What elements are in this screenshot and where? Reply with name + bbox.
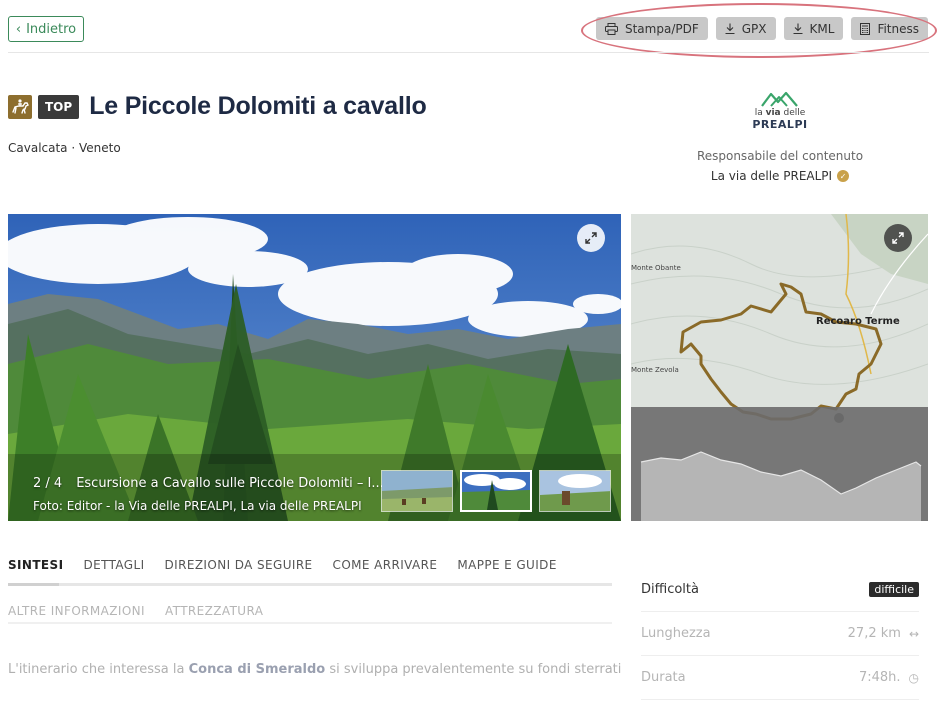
difficulty-label: Difficoltà bbox=[641, 582, 699, 597]
photo-title: Escursione a Cavallo sulle Piccole Dolom… bbox=[76, 476, 384, 491]
download-icon bbox=[725, 23, 735, 34]
thumbnail-1[interactable] bbox=[381, 470, 453, 512]
toolbar: Stampa/PDF GPX KML Fitness bbox=[595, 17, 928, 40]
stat-difficulty: Difficoltà difficile bbox=[641, 568, 919, 612]
gpx-download-button[interactable]: GPX bbox=[715, 17, 776, 40]
breadcrumb-subtitle: Cavalcata · Veneto bbox=[8, 141, 121, 155]
print-pdf-button[interactable]: Stampa/PDF bbox=[595, 17, 708, 40]
publisher-logo[interactable]: la via delle PREALPI bbox=[680, 90, 880, 131]
tab-dettagli[interactable]: DETTAGLI bbox=[83, 558, 144, 583]
difficulty-badge: difficile bbox=[869, 582, 919, 597]
back-button[interactable]: ‹ Indietro bbox=[8, 16, 84, 42]
tab-mappe-guide[interactable]: MAPPE E GUIDE bbox=[457, 558, 556, 583]
back-label: Indietro bbox=[26, 21, 77, 37]
verified-icon: ✓ bbox=[837, 170, 850, 183]
responsible-label: Responsabile del contenuto bbox=[696, 149, 864, 164]
download-icon bbox=[793, 23, 803, 34]
divider bbox=[8, 52, 929, 53]
tab-underline bbox=[8, 583, 612, 586]
length-label: Lunghezza bbox=[641, 626, 711, 641]
length-value: 27,2 km bbox=[847, 626, 901, 641]
tab-sintesi[interactable]: SINTESI bbox=[8, 558, 63, 583]
duration-label: Durata bbox=[641, 670, 686, 685]
fitness-label: Fitness bbox=[877, 21, 919, 36]
responsible-name-link[interactable]: La via delle PREALPI ✓ bbox=[680, 169, 880, 183]
stats-panel: Difficoltà difficile Lunghezza 27,2 km ↔… bbox=[641, 568, 919, 700]
map-label: Monte Zevola bbox=[631, 366, 679, 374]
tab-row-2: ALTRE INFORMAZIONI ATTREZZATURA bbox=[8, 604, 612, 629]
clock-icon: ◷ bbox=[908, 670, 919, 685]
expand-icon bbox=[585, 232, 597, 244]
map-label: Monte Obante bbox=[631, 264, 681, 272]
photo-caption: 2 / 4 Escursione a Cavallo sulle Piccole… bbox=[33, 476, 384, 513]
logo-text-line1: la via delle bbox=[754, 108, 806, 118]
expand-photo-button[interactable] bbox=[577, 224, 605, 252]
kml-label: KML bbox=[809, 21, 835, 36]
title-row: TOP Le Piccole Dolomiti a cavallo bbox=[8, 92, 427, 121]
top-badge: TOP bbox=[38, 94, 80, 119]
map-canvas: Monte Obante Recoaro Terme Monte Zevola bbox=[631, 214, 928, 521]
map-label: Recoaro Terme bbox=[816, 316, 900, 327]
tab-come-arrivare[interactable]: COME ARRIVARE bbox=[333, 558, 438, 583]
horse-riding-icon bbox=[8, 94, 32, 119]
print-pdf-label: Stampa/PDF bbox=[624, 21, 699, 36]
photo-gallery[interactable]: 2 / 4 Escursione a Cavallo sulle Piccole… bbox=[8, 214, 621, 521]
photo-credit: Foto: Editor - la Via delle PREALPI, La … bbox=[33, 499, 362, 513]
expand-icon bbox=[892, 232, 904, 244]
thumbnail-3[interactable] bbox=[539, 470, 611, 512]
expand-map-button[interactable] bbox=[884, 224, 912, 252]
tab-attrezzatura[interactable]: ATTREZZATURA bbox=[165, 604, 263, 629]
intro-text: L'itinerario che interessa la Conca di S… bbox=[8, 662, 622, 677]
tab-altre-informazioni[interactable]: ALTRE INFORMAZIONI bbox=[8, 604, 145, 629]
kml-download-button[interactable]: KML bbox=[783, 17, 844, 40]
intro-highlight: Conca di Smeraldo bbox=[188, 662, 326, 677]
photo-counter: 2 / 4 bbox=[33, 476, 63, 491]
publisher-block: la via delle PREALPI Responsabile del co… bbox=[680, 90, 880, 183]
stat-length: Lunghezza 27,2 km ↔ bbox=[641, 612, 919, 656]
stat-duration: Durata 7:48h. ◷ bbox=[641, 656, 919, 700]
tab-direzioni[interactable]: DIREZIONI DA SEGUIRE bbox=[165, 558, 313, 583]
tab-row-1: SINTESI DETTAGLI DIREZIONI DA SEGUIRE CO… bbox=[8, 558, 612, 583]
logo-text-line2: PREALPI bbox=[752, 118, 808, 131]
gpx-label: GPX bbox=[741, 21, 767, 36]
thumbnail-strip bbox=[381, 470, 611, 512]
duration-value: 7:48h. bbox=[858, 670, 901, 685]
page-title: Le Piccole Dolomiti a cavallo bbox=[89, 92, 427, 120]
fitness-button[interactable]: Fitness bbox=[851, 17, 928, 40]
content-tabs: SINTESI DETTAGLI DIREZIONI DA SEGUIRE CO… bbox=[8, 558, 612, 624]
printer-icon bbox=[604, 22, 618, 35]
horizontal-arrows-icon: ↔ bbox=[908, 626, 919, 641]
thumbnail-2-active[interactable] bbox=[460, 470, 532, 512]
chevron-left-icon: ‹ bbox=[15, 21, 22, 37]
mountains-logo-icon bbox=[761, 91, 798, 107]
route-map[interactable]: Monte Obante Recoaro Terme Monte Zevola bbox=[631, 214, 928, 521]
calculator-icon bbox=[860, 22, 871, 35]
